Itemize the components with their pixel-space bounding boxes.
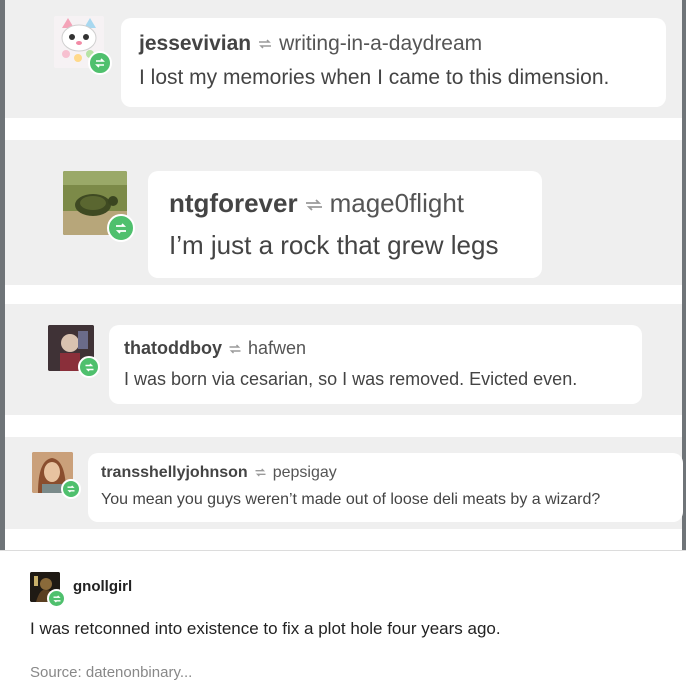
reblog-entry: transshellyjohnson pepsigay You mean you… [5, 437, 683, 529]
final-post: gnollgirl I was retconned into existence… [0, 550, 686, 686]
reblog-entry: thatoddboy hafwen I was born via cesaria… [5, 304, 682, 415]
reblog-badge-icon [47, 589, 66, 608]
reblog-bubble: thatoddboy hafwen I was born via cesaria… [109, 325, 642, 404]
reblog-badge-icon [107, 214, 135, 242]
reblog-icon [304, 188, 324, 219]
reblog-bubble: ntgforever mage0flight I’m just a rock t… [148, 171, 542, 278]
reblog-icon [228, 338, 242, 359]
reblog-message: I lost my memories when I came to this d… [139, 66, 610, 89]
reblog-icon [254, 464, 267, 482]
reblogged-from-link[interactable]: mage0flight [330, 188, 464, 219]
reblogged-from-link[interactable]: pepsigay [273, 464, 337, 482]
username-link[interactable]: thatoddboy [124, 338, 222, 359]
username-link[interactable]: jessevivian [139, 32, 251, 56]
username-link[interactable]: transshellyjohnson [101, 464, 248, 482]
reblog-entry: jessevivian writing-in-a-daydream I lost… [5, 0, 682, 118]
source-link[interactable]: Source: datenonbinary... [30, 664, 192, 681]
reblog-bubble: transshellyjohnson pepsigay You mean you… [88, 453, 683, 522]
reblog-thread-page: jessevivian writing-in-a-daydream I lost… [0, 0, 686, 686]
reblogged-from-link[interactable]: writing-in-a-daydream [279, 32, 482, 56]
username-link[interactable]: ntgforever [169, 188, 298, 219]
reblog-icon [257, 32, 273, 56]
reblog-badge-icon [78, 356, 100, 378]
reblogged-from-link[interactable]: hafwen [248, 338, 306, 359]
reblog-message: You mean you guys weren’t made out of lo… [101, 491, 601, 508]
reblog-message: I was born via cesarian, so I was remove… [124, 369, 578, 389]
reblog-badge-icon [61, 479, 81, 499]
reblog-message: I’m just a rock that grew legs [169, 230, 499, 260]
username-link[interactable]: gnollgirl [73, 578, 132, 595]
reblog-entry: ntgforever mage0flight I’m just a rock t… [5, 140, 682, 285]
reblog-badge-icon [88, 51, 112, 75]
post-message: I was retconned into existence to fix a … [30, 619, 501, 638]
reblog-bubble: jessevivian writing-in-a-daydream I lost… [121, 18, 666, 107]
